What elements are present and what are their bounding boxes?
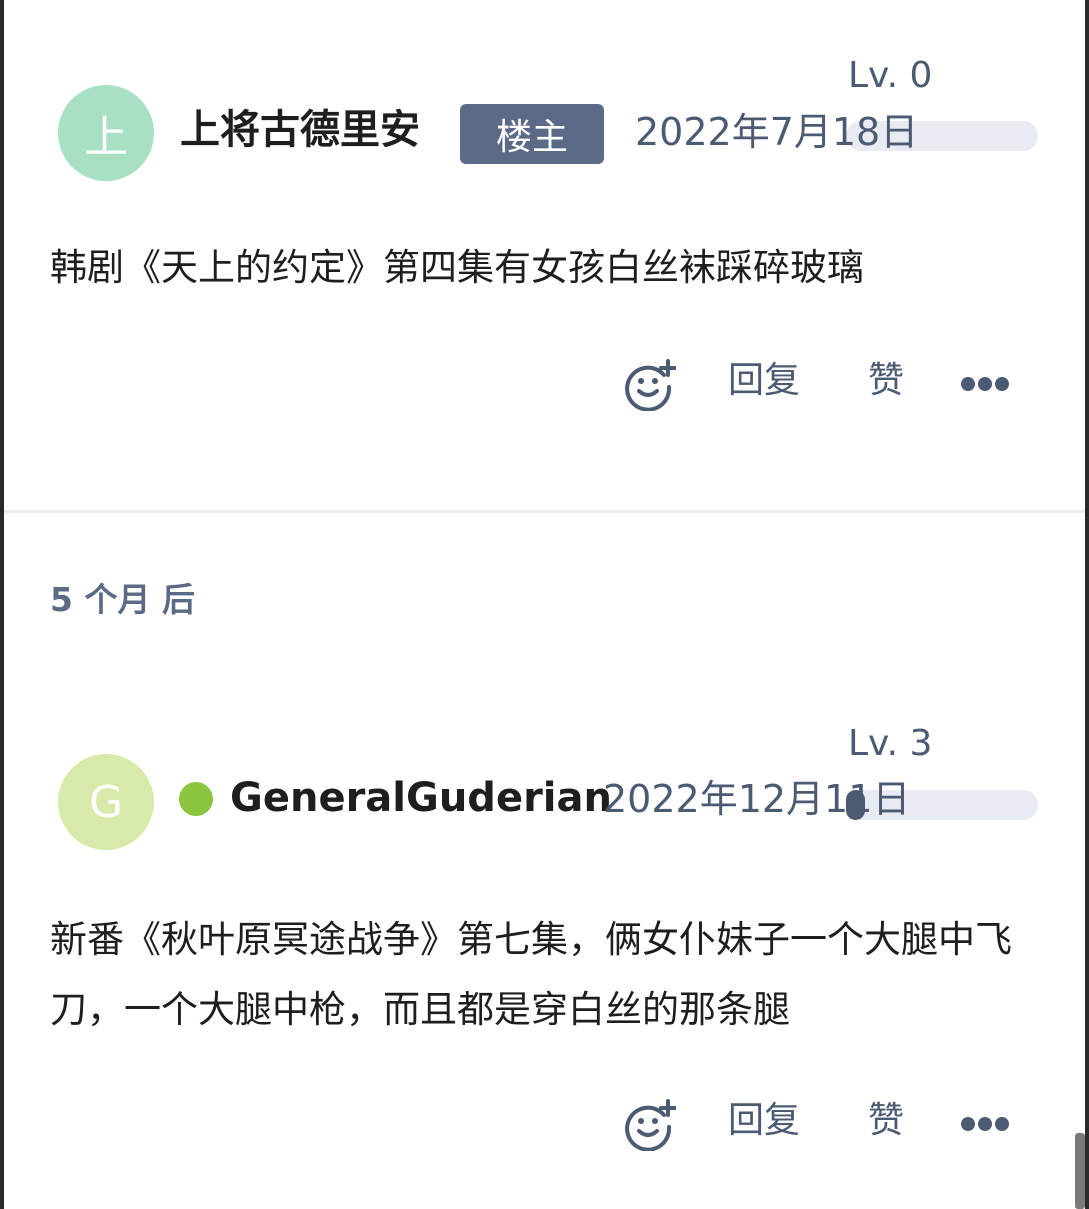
post-divider <box>4 510 1085 513</box>
more-dots-icon[interactable] <box>960 375 1010 393</box>
avatar-letter: 上 <box>84 112 128 163</box>
like-button[interactable]: 赞 <box>868 1103 904 1139</box>
time-gap-label: 5 个月 后 <box>50 580 195 619</box>
reply-button[interactable]: 回复 <box>728 363 800 399</box>
avatar[interactable]: G <box>58 754 154 850</box>
post-content: 新番《秋叶原冥途战争》第七集，俩女仆妹子一个大腿中飞刀，一个大腿中枪，而且都是穿… <box>50 918 1012 1031</box>
username[interactable]: GeneralGuderian <box>230 778 612 818</box>
username[interactable]: 上将古德里安 <box>180 110 420 150</box>
post-date: 2022年7月18日 <box>635 110 919 154</box>
reply-button[interactable]: 回复 <box>728 1103 800 1139</box>
level-label: Lv. 0 <box>848 55 933 96</box>
more-dots-icon[interactable] <box>960 1115 1010 1133</box>
avatar-letter: G <box>88 776 124 828</box>
post-actions: 回复 赞 <box>620 1095 1040 1155</box>
post-content: 韩剧《天上的约定》第四集有女孩白丝袜踩碎玻璃 <box>50 246 864 289</box>
post-actions: 回复 赞 <box>620 355 1040 415</box>
post-date: 2022年12月11日 <box>603 777 911 821</box>
online-status-indicator <box>179 782 213 816</box>
post: G GeneralGuderian Lv. 3 2022年12月11日 新番《秋… <box>0 670 1089 1209</box>
post: 上 上将古德里安 楼主 Lv. 0 2022年7月18日 韩剧《天上的约定》第四… <box>0 0 1089 510</box>
smiley-plus-icon[interactable] <box>624 1099 676 1151</box>
like-button[interactable]: 赞 <box>868 363 904 399</box>
avatar[interactable]: 上 <box>58 85 154 181</box>
op-badge: 楼主 <box>460 104 604 164</box>
level-label: Lv. 3 <box>848 723 933 764</box>
smiley-plus-icon[interactable] <box>624 359 676 411</box>
scrollbar[interactable] <box>1075 1133 1085 1209</box>
